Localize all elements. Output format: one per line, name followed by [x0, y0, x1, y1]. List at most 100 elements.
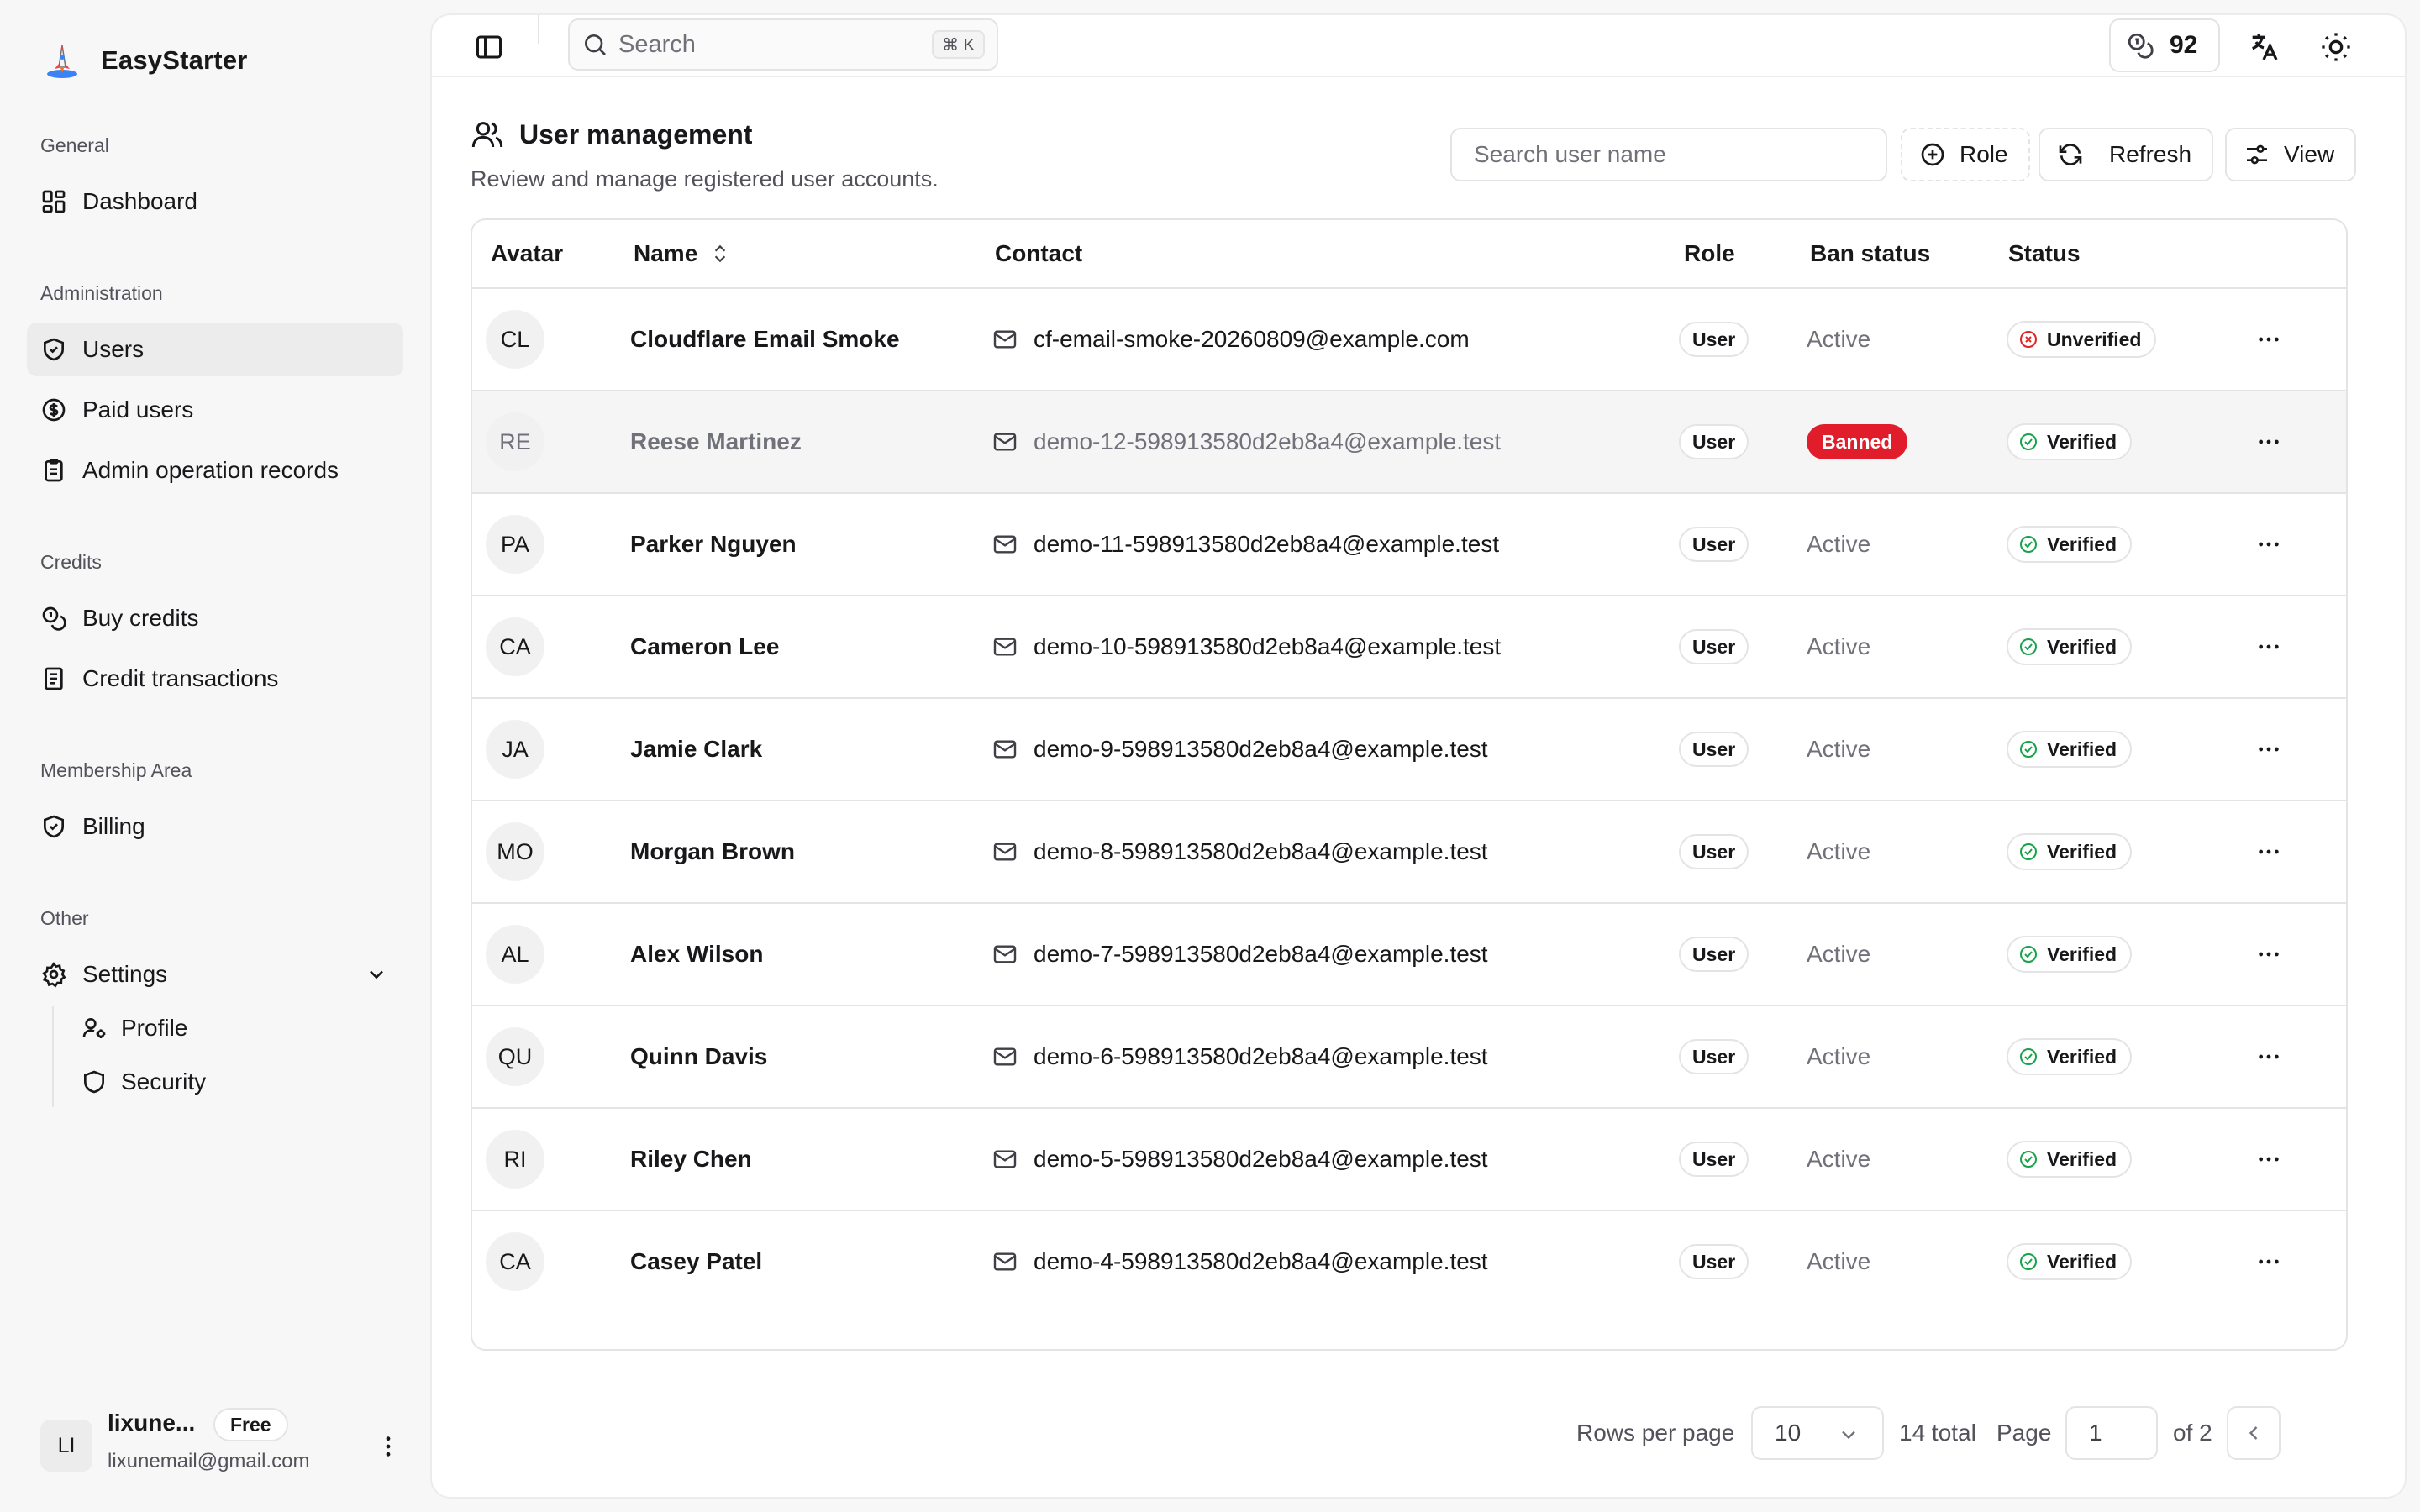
table-row[interactable]: CL Cloudflare Email Smoke cf-email-smoke-2…	[472, 289, 2346, 391]
sort-icon[interactable]	[709, 243, 731, 265]
brand[interactable]: EasyStarter	[40, 37, 248, 84]
sidebar-item-credit-transactions[interactable]: Credit transactions	[27, 652, 403, 706]
avatar: LI	[40, 1420, 92, 1472]
sidebar-item-buy-credits[interactable]: Buy credits	[27, 591, 403, 645]
user-name: Alex Wilson	[630, 941, 764, 967]
previous-page-button[interactable]	[2227, 1406, 2281, 1460]
ban-status-text: Active	[1807, 531, 1871, 557]
page-header: User management Review and manage regist…	[471, 118, 939, 192]
more-horizontal-icon[interactable]	[2255, 531, 2282, 558]
user-cog-icon	[81, 1015, 108, 1042]
sidebar-sub-item-profile[interactable]: Profile	[71, 1005, 390, 1052]
user-search-input[interactable]: Search user name	[1450, 128, 1887, 181]
name-cell: Quinn Davis	[630, 1006, 767, 1107]
avatar-cell: MO	[486, 801, 544, 902]
role-filter-label: Role	[1960, 141, 2008, 167]
mail-icon	[992, 941, 1018, 968]
table-row[interactable]: RE Reese Martinez demo-12-598913580d2eb8a4…	[472, 391, 2346, 494]
top-bar: Search ⌘ K 92	[432, 15, 2405, 77]
page-label-text: Page	[1996, 1420, 2052, 1446]
rows-per-page-select[interactable]: 10	[1751, 1406, 1884, 1460]
sidebar-item-label: Credit transactions	[82, 665, 279, 691]
more-horizontal-icon[interactable]	[2255, 1248, 2282, 1275]
role-cell: User	[1679, 801, 1749, 902]
table-row[interactable]: CA Cameron Lee demo-10-598913580d2eb8a4@ex…	[472, 596, 2346, 699]
ban-status-text: Active	[1807, 1146, 1871, 1172]
more-horizontal-icon[interactable]	[2255, 326, 2282, 353]
avatar-cell: PA	[486, 494, 544, 595]
shortcut-hint: ⌘ K	[932, 30, 985, 59]
avatar-cell: CA	[486, 596, 544, 697]
sun-icon[interactable]	[2319, 30, 2353, 64]
rocket-logo-icon	[40, 39, 84, 82]
sidebar-item-label: Paid users	[82, 396, 194, 423]
refresh-button[interactable]: Refresh	[2039, 128, 2214, 181]
actions-cell	[2255, 801, 2282, 902]
avatar: JA	[486, 720, 544, 779]
sidebar-item-settings[interactable]: Settings	[27, 948, 403, 1001]
avatar-cell: RE	[486, 391, 544, 492]
language-icon[interactable]	[2247, 30, 2281, 64]
page-subtitle: Review and manage registered user accoun…	[471, 166, 939, 192]
user-email: demo-6-598913580d2eb8a4@example.test	[1034, 1043, 1488, 1069]
name-cell: Cameron Lee	[630, 596, 779, 697]
table-row[interactable]: PA Parker Nguyen demo-11-598913580d2eb8a4@…	[472, 494, 2346, 596]
role-cell: User	[1679, 1109, 1749, 1210]
avatar-cell: AL	[486, 904, 544, 1005]
credits-count: 92	[2170, 31, 2198, 59]
table-row[interactable]: MO Morgan Brown demo-8-598913580d2eb8a4@ex…	[472, 801, 2346, 904]
actions-cell	[2255, 699, 2282, 800]
more-horizontal-icon[interactable]	[2255, 838, 2282, 865]
receipt-icon	[40, 665, 67, 692]
role-badge: User	[1679, 732, 1749, 767]
column-header-name[interactable]: Name	[634, 220, 731, 287]
more-horizontal-icon[interactable]	[2255, 736, 2282, 763]
ban-status-cell: Active	[1807, 801, 1870, 902]
sidebar-toggle-icon[interactable]	[474, 32, 504, 62]
view-label: View	[2284, 141, 2335, 167]
view-options-button[interactable]: View	[2225, 128, 2357, 181]
search-icon	[581, 31, 608, 58]
user-email: cf-email-smoke-20260809@example.com	[1034, 326, 1470, 352]
table-row[interactable]: AL Alex Wilson demo-7-598913580d2eb8a4@exa…	[472, 904, 2346, 1006]
role-cell: User	[1679, 1211, 1749, 1312]
actions-cell	[2255, 904, 2282, 1005]
role-filter-button[interactable]: Role	[1901, 128, 2030, 181]
table-row[interactable]: RI Riley Chen demo-5-598913580d2eb8a4@exam…	[472, 1109, 2346, 1211]
account-card[interactable]: LI lixune... Free lixunemail@gmail.com	[40, 1403, 402, 1487]
group-label-membership: Membership Area	[40, 759, 192, 781]
sidebar-item-admin-records[interactable]: Admin operation records	[27, 444, 403, 497]
status-badge: Verified	[2007, 833, 2133, 870]
page-number-input[interactable]: 1	[2065, 1406, 2158, 1460]
table-row[interactable]: JA Jamie Clark demo-9-598913580d2eb8a4@exa…	[472, 699, 2346, 801]
sidebar-item-paid-users[interactable]: Paid users	[27, 383, 403, 437]
actions-cell	[2255, 289, 2282, 390]
ban-status-cell: Active	[1807, 1006, 1870, 1107]
more-vertical-icon[interactable]	[375, 1433, 402, 1460]
more-horizontal-icon[interactable]	[2255, 1146, 2282, 1173]
credits-button[interactable]: 92	[2109, 18, 2220, 72]
global-search-input[interactable]: Search ⌘ K	[568, 18, 998, 71]
ban-status-cell: Active	[1807, 596, 1870, 697]
user-email: demo-8-598913580d2eb8a4@example.test	[1034, 838, 1488, 864]
avatar: CL	[486, 310, 544, 369]
name-cell: Casey Patel	[630, 1211, 762, 1312]
actions-cell	[2255, 391, 2282, 492]
sidebar-item-dashboard[interactable]: Dashboard	[27, 175, 403, 228]
page-title: User management	[471, 118, 939, 151]
more-horizontal-icon[interactable]	[2255, 1043, 2282, 1070]
role-badge: User	[1679, 1039, 1749, 1074]
sidebar-sub-item-security[interactable]: Security	[71, 1058, 390, 1105]
table-row[interactable]: CA Casey Patel demo-4-598913580d2eb8a4@exa…	[472, 1211, 2346, 1314]
actions-cell	[2255, 1211, 2282, 1312]
ban-status-cell: Active	[1807, 289, 1870, 390]
sidebar-item-billing[interactable]: Billing	[27, 800, 403, 853]
more-horizontal-icon[interactable]	[2255, 428, 2282, 455]
more-horizontal-icon[interactable]	[2255, 633, 2282, 660]
role-badge: User	[1679, 527, 1749, 562]
sidebar-item-users[interactable]: Users	[27, 323, 403, 376]
contact-cell: demo-8-598913580d2eb8a4@example.test	[992, 801, 1488, 902]
chevron-down-icon[interactable]	[365, 963, 388, 986]
more-horizontal-icon[interactable]	[2255, 941, 2282, 968]
table-row[interactable]: QU Quinn Davis demo-6-598913580d2eb8a4@exa…	[472, 1006, 2346, 1109]
